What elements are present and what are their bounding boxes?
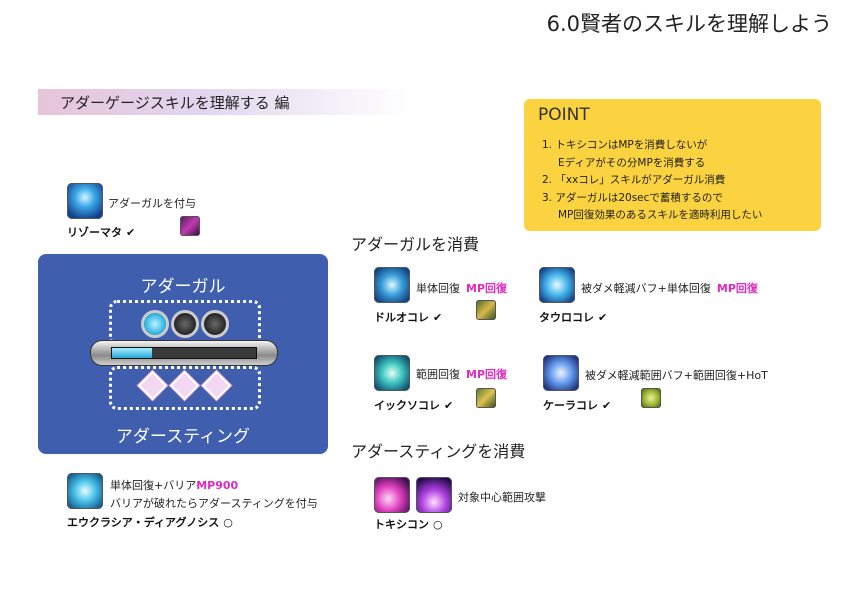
toxikon-icon (374, 477, 410, 513)
mp-regen-buff-icon (476, 388, 496, 408)
mp-regen-buff-icon (476, 300, 496, 320)
ixochole-name: イックソコレ ✔ (374, 399, 454, 412)
addersgall-gem-empty (201, 310, 229, 338)
addersgall-gauge-panel: アダーガル アダースティング (38, 254, 328, 454)
addersgall-timer-track (111, 347, 257, 359)
diagnosis-name: エウクラシア・ディアグノシス ○ (67, 516, 233, 529)
druochole-icon (374, 267, 410, 303)
point-item: 2. 「xxコレ」スキルがアダーガル消費 (542, 174, 726, 186)
addersgall-gem-empty (171, 310, 199, 338)
ixochole-desc: 範囲回復 MP回復 (416, 368, 508, 381)
diagnosis-desc2: バリアが破れたらアダースティングを付与 (110, 497, 318, 510)
addersting-consume-heading: アダースティングを消費 (351, 442, 526, 461)
rhizomata-name: リゾーマタ ✔ (67, 226, 136, 239)
section-banner: アダーゲージスキルを理解する 編 (38, 89, 410, 115)
addersgall-buff-icon (180, 216, 200, 236)
addersgall-timer-fill (112, 348, 153, 358)
taurochole-icon (539, 267, 575, 303)
gauge-top-label: アダーガル (140, 277, 226, 297)
gauge-bottom-label: アダースティング (115, 427, 251, 447)
point-title: POINT (538, 105, 590, 125)
taurochole-desc: 被ダメ軽減バフ+単体回復 MP回復 (581, 282, 758, 295)
rhizomata-desc: アダーガルを付与 (108, 197, 196, 210)
ixochole-icon (374, 355, 410, 391)
addersgall-consume-heading: アダーガルを消費 (351, 235, 480, 254)
section-banner-label: アダーゲージスキルを理解する 編 (60, 94, 290, 112)
taurochole-name: タウロコレ ✔ (539, 311, 608, 324)
diagnosis-desc1: 単体回復+バリアMP900 (110, 479, 239, 492)
point-item: MP回復効果のあるスキルを適時利用したい (558, 209, 763, 221)
point-list: 1. トキシコンはMPを消費しないが Eディアがその分MPを消費する 2. 「x… (542, 137, 762, 225)
kerachole-icon (543, 355, 579, 391)
toxikon-desc: 対象中心範囲攻撃 (458, 491, 546, 504)
addersgall-timer-bar (90, 340, 278, 366)
toxikon-name: トキシコン ○ (374, 518, 443, 531)
point-item: 3. アダーガルは20secで蓄積するので (542, 191, 723, 204)
toxikon-ii-icon (416, 477, 452, 513)
point-item: 1. トキシコンはMPを消費しないが (542, 139, 708, 151)
addersgall-gem-filled (141, 310, 169, 338)
page-title: 6.0賢者のスキルを理解しよう (546, 12, 832, 36)
kerachole-desc: 被ダメ軽減範囲バフ+範囲回復+HoT (585, 369, 768, 382)
eukrasian-diagnosis-icon (67, 473, 103, 509)
point-box: POINT 1. トキシコンはMPを消費しないが Eディアがその分MPを消費する… (524, 99, 821, 231)
kerachole-hot-icon (641, 388, 661, 408)
rhizomata-icon (67, 183, 103, 219)
druochole-desc: 単体回復 MP回復 (416, 282, 508, 295)
kerachole-name: ケーラコレ ✔ (543, 399, 612, 412)
druochole-name: ドルオコレ ✔ (374, 311, 443, 324)
point-item: Eディアがその分MPを消費する (558, 156, 706, 169)
